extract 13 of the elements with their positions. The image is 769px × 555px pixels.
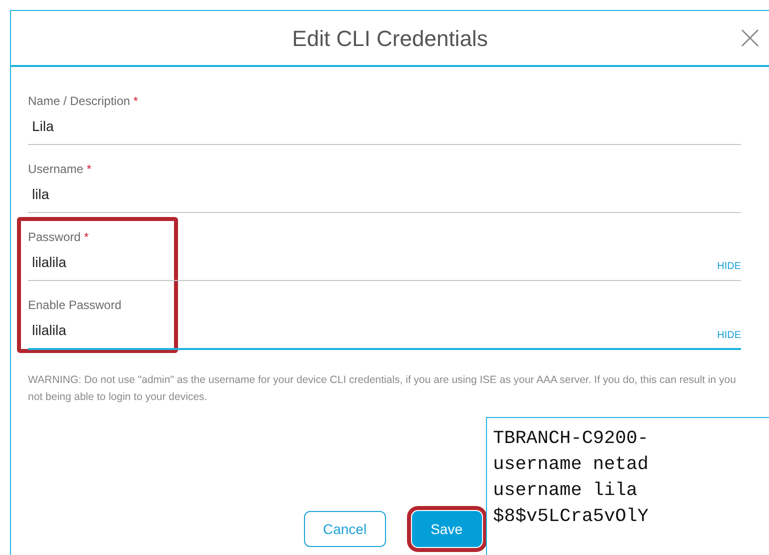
text-input[interactable]: Lila [28,116,741,145]
text-input[interactable]: lila [28,184,741,213]
terminal-line: $8$v5LCra5vOlY [493,505,650,529]
field-label: Username * [28,161,92,177]
field-label: Password * [28,229,90,245]
warning-text: WARNING: Do not use "admin" as the username for your device CLI credentials, if you are using ISE as your AAA server. If you do, this can result in you not being able to login to your devices. [28,373,737,405]
terminal-line: username netad [493,453,650,477]
close-icon [739,26,761,49]
field-label: Enable Password [28,297,122,313]
terminal-line: TBRANCH-C9200- [493,427,650,451]
terminal-line: username lila [493,479,638,503]
field-label: Name / Description * [28,93,140,109]
dialog-title: Edit CLI Credentials [292,24,488,52]
